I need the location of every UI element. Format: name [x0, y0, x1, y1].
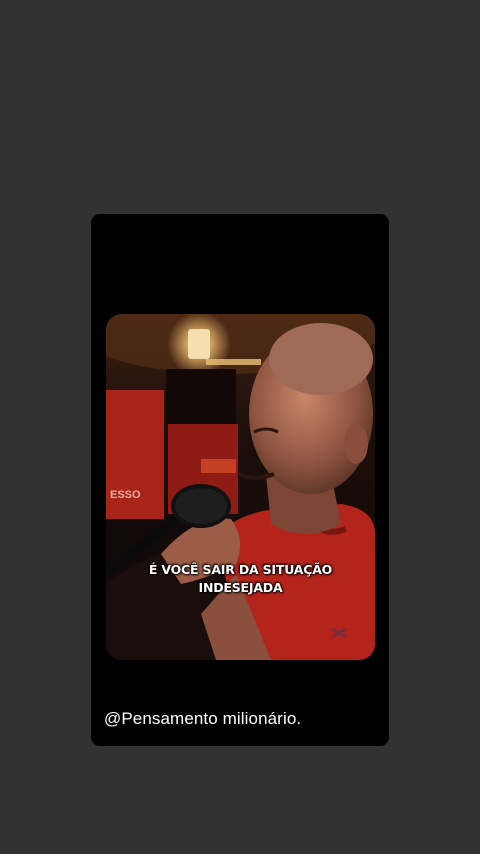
caption-line-1: É VOCÊ SAIR DA SITUAÇÃO [148, 562, 333, 577]
video-frame[interactable]: ESSO É VOCÊ SAIR DA SITUAÇÃO INDESEJADA [106, 314, 375, 660]
story-card: ESSO É VOCÊ SAIR DA SITUAÇÃO INDESEJADA … [91, 214, 389, 746]
username-handle[interactable]: @Pensamento milionário. [104, 709, 301, 729]
caption-line-2: INDESEJADA [198, 580, 283, 595]
video-scene: ESSO [106, 314, 375, 660]
svg-text:ESSO: ESSO [110, 489, 141, 501]
video-caption: É VOCÊ SAIR DA SITUAÇÃO INDESEJADA [106, 561, 375, 597]
